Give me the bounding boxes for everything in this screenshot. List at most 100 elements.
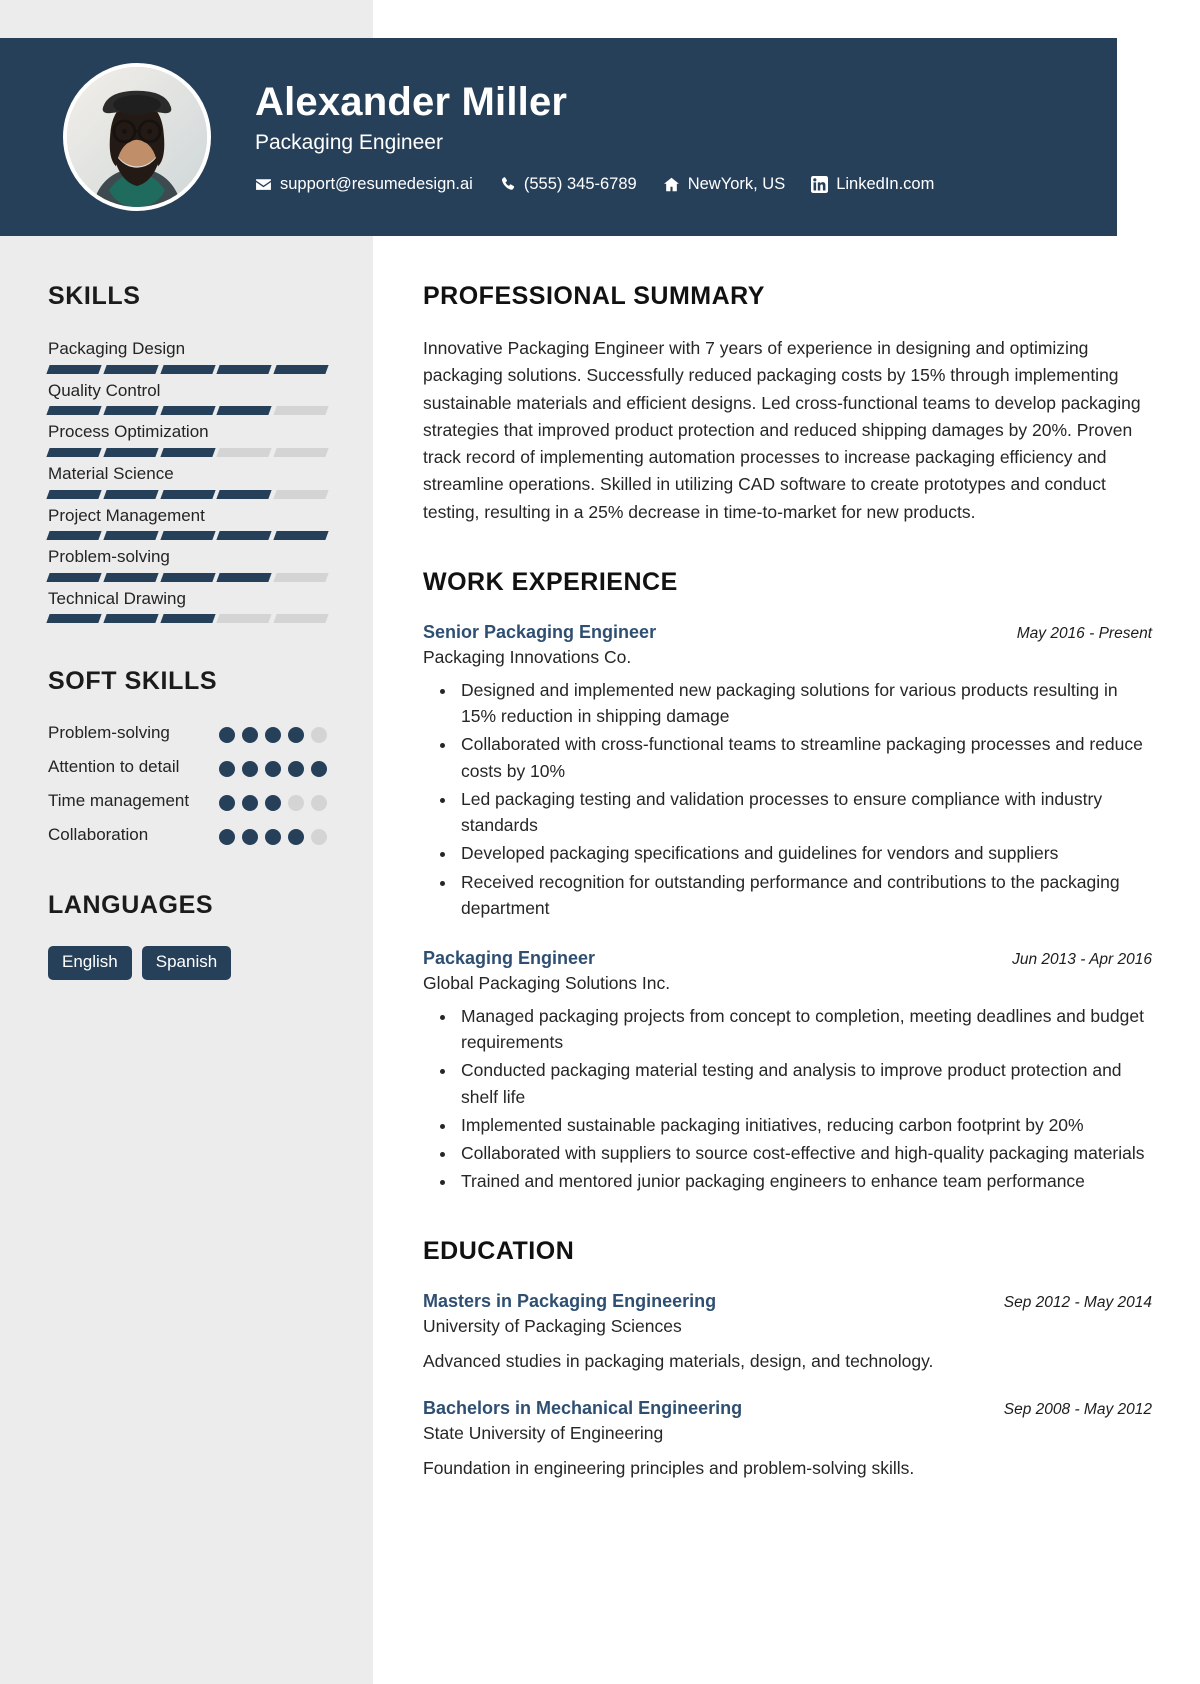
skill-label: Problem-solving [48, 547, 170, 567]
skill-bar-segment [216, 531, 272, 541]
experience-entry-header: Senior Packaging Engineer May 2016 - Pres… [423, 621, 1152, 644]
skill-bar-segment [216, 489, 272, 499]
skill-label: Packaging Design [48, 339, 186, 358]
skills-section-title: SKILLS [48, 282, 141, 310]
experience-bullet: Collaborated with cross-functional teams… [457, 731, 1152, 784]
education-description: Advanced studies in packaging materials,… [423, 1351, 934, 1372]
skill-level-bars [46, 531, 329, 541]
skill-level-bars [46, 614, 329, 624]
skill-level-bars [46, 489, 329, 499]
skill-label: Quality Control [48, 380, 161, 400]
candidate-name: Alexander Miller [255, 80, 568, 124]
skill-item: Technical Drawing [46, 587, 329, 624]
skill-bar-segment [46, 447, 102, 457]
languages-section-title: LANGUAGES [48, 891, 214, 920]
home-icon [663, 176, 680, 193]
skill-bar-segment [159, 489, 216, 499]
top-strip-right [373, 0, 1200, 38]
skill-item: Process Optimization [46, 420, 329, 457]
linkedin-icon [811, 175, 829, 193]
header-text-block: Alexander Miller Packaging Engineer supp… [255, 80, 934, 194]
rating-dot [219, 829, 235, 846]
education-entry-header: Bachelors in Mechanical Engineering Sep 2… [423, 1397, 1152, 1420]
skill-bar-segment [159, 364, 216, 374]
soft-skill-rating-dots [219, 722, 327, 744]
skill-bar-segment [216, 572, 272, 582]
rating-dot [242, 829, 258, 846]
rating-dot [219, 727, 235, 744]
skill-bar-segment [273, 572, 329, 582]
experience-date-range: Jun 2013 - Apr 2016 [1012, 951, 1152, 969]
skill-label: Material Science [48, 463, 174, 483]
skill-label: Project Management [48, 505, 205, 525]
soft-skill-rating-dots [219, 824, 327, 846]
experience-entry: Packaging Engineer Jun 2013 - Apr 2016 Glo… [423, 947, 1152, 1195]
language-tag: English [48, 946, 132, 980]
education-section-title: EDUCATION [423, 1236, 575, 1265]
skill-bar-segment [46, 572, 102, 582]
person-photo-icon [67, 67, 207, 207]
contact-phone[interactable]: (555) 345-6789 [499, 175, 637, 194]
candidate-role: Packaging Engineer [255, 130, 443, 154]
skill-bar-segment [159, 614, 216, 624]
rating-dot [265, 795, 281, 812]
soft-skill-item: Attention to detail [48, 756, 327, 779]
skill-bar-segment [103, 406, 159, 416]
skill-item: Problem-solving [46, 545, 329, 582]
experience-bullet: Developed packaging specifications and g… [457, 840, 1152, 866]
rating-dot [288, 761, 304, 778]
experience-section-title: WORK EXPERIENCE [423, 568, 678, 597]
education-description: Foundation in engineering principles and… [423, 1458, 915, 1479]
education-institution: University of Packaging Sciences [423, 1316, 682, 1336]
experience-date-range: May 2016 - Present [1016, 625, 1152, 643]
top-strip-left [0, 0, 373, 38]
skill-bar-segment [103, 489, 159, 499]
skill-bar-segment [216, 364, 272, 374]
rating-dot [288, 727, 304, 744]
rating-dot [242, 727, 258, 744]
rating-dot [311, 795, 327, 812]
soft-skills-section-title: SOFT SKILLS [48, 667, 218, 696]
experience-bullet: Designed and implemented new packaging s… [457, 677, 1152, 730]
rating-dot [265, 829, 281, 846]
education-list: Masters in Packaging Engineering Sep 2012… [423, 1290, 1152, 1482]
main-column: PROFESSIONAL SUMMARY Innovative Packagin… [373, 236, 1200, 1684]
skill-bar-segment [46, 406, 102, 416]
skill-bar-segment [103, 531, 159, 541]
contact-phone-text: (555) 345-6789 [523, 174, 637, 193]
avatar [63, 63, 211, 211]
skill-bar-segment [273, 364, 329, 374]
skill-bar-segment [103, 447, 159, 457]
experience-list: Senior Packaging Engineer May 2016 - Pres… [423, 621, 1152, 1195]
rating-dot [265, 761, 281, 778]
skill-bar-segment [46, 614, 102, 624]
rating-dot [219, 795, 235, 812]
skill-bar-segment [216, 406, 272, 416]
envelope-icon [255, 176, 272, 193]
skill-level-bars [46, 447, 329, 457]
contact-linkedin[interactable]: LinkedIn.com [811, 175, 934, 194]
education-entry-header: Masters in Packaging Engineering Sep 2012… [423, 1290, 1152, 1313]
skill-bar-segment [273, 531, 329, 541]
rating-dot [242, 761, 258, 778]
experience-bullet-list: Designed and implemented new packaging s… [423, 677, 1152, 921]
skill-bar-segment [46, 531, 102, 541]
skill-item: Packaging Design [46, 337, 329, 374]
soft-skills-list: Problem-solving Attention to detail Time m… [48, 722, 327, 847]
contact-linkedin-text: LinkedIn.com [836, 174, 935, 193]
contact-email[interactable]: support@resumedesign.ai [255, 175, 473, 194]
rating-dot [311, 727, 327, 744]
skill-bar-segment [273, 614, 329, 624]
experience-company: Packaging Innovations Co. [423, 647, 632, 668]
contact-list: support@resumedesign.ai (555) 345-6789 N… [255, 175, 934, 194]
education-date-range: Sep 2008 - May 2012 [1003, 1400, 1152, 1418]
contact-location[interactable]: NewYork, US [663, 175, 785, 194]
experience-entry: Senior Packaging Engineer May 2016 - Pres… [423, 621, 1152, 921]
resume-page: Alexander Miller Packaging Engineer supp… [0, 0, 1200, 1684]
soft-skill-label: Time management [48, 791, 190, 811]
skill-bar-segment [103, 572, 159, 582]
skill-label: Process Optimization [48, 422, 209, 442]
experience-bullet: Trained and mentored junior packaging en… [457, 1168, 1152, 1194]
skill-bar-segment [46, 364, 102, 374]
experience-bullet: Managed packaging projects from concept … [457, 1003, 1152, 1056]
